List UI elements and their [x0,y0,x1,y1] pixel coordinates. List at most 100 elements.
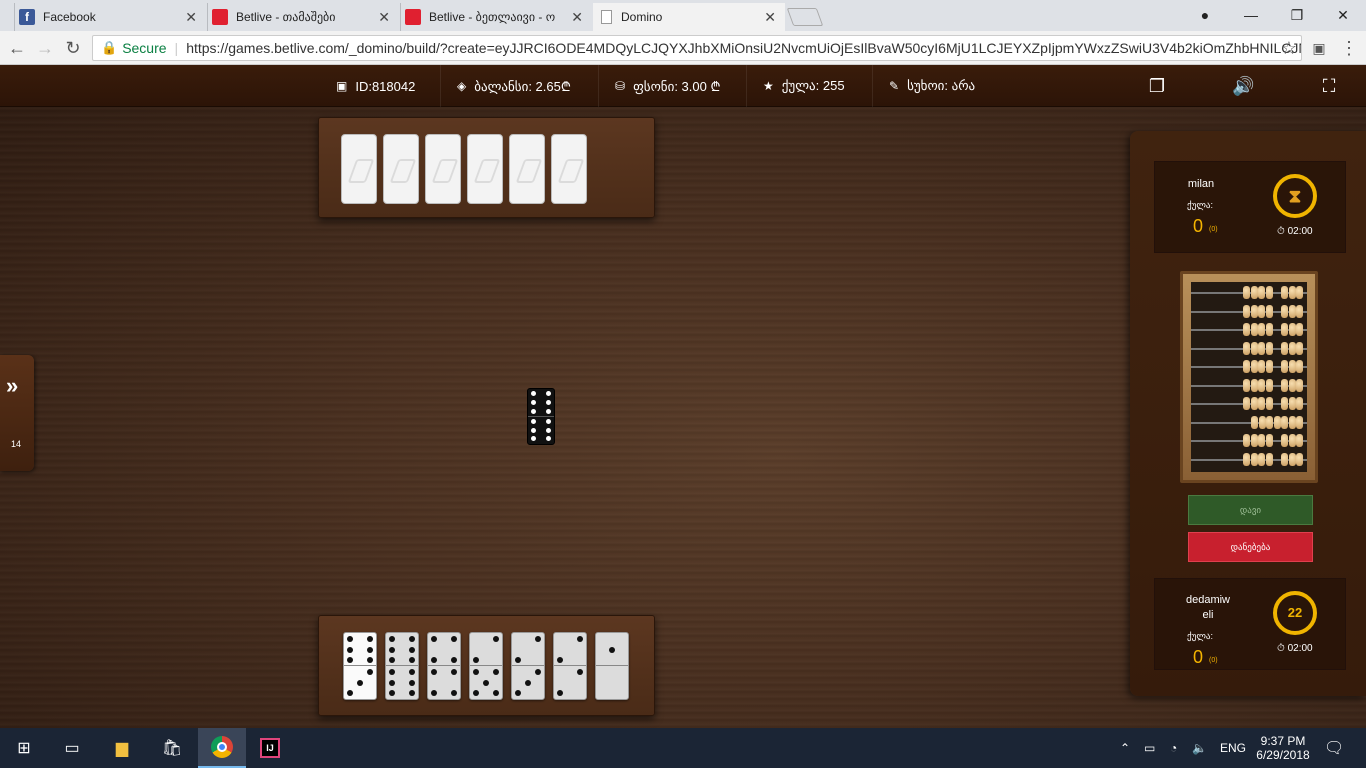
wallet-icon: ◈ [457,79,467,93]
close-icon[interactable]: ✕ [764,9,776,25]
windows-start-icon[interactable]: ⊞ [0,728,48,768]
abacus-bead [1243,378,1250,392]
betlive-icon [212,9,228,25]
abacus-bead [1250,323,1258,336]
pip [389,690,396,697]
tab-betlive-games[interactable]: Betlive - თამაშები ✕ [207,3,399,31]
abacus-bead [1250,286,1258,299]
turn-countdown: 22 [1273,591,1317,635]
clock[interactable]: 9:37 PM 6/29/2018 [1252,728,1314,768]
surrender-button[interactable]: დანებება [1188,532,1313,562]
hand-domino-tile[interactable] [427,632,461,700]
pip [492,668,499,675]
close-window-button[interactable]: ✕ [1320,4,1366,26]
url-input[interactable]: 🔒 Secure | https://games.betlive.com/_do… [92,35,1302,61]
language-indicator[interactable]: ENG [1220,728,1246,768]
separator: | [174,40,179,56]
pip [534,668,541,675]
profile-icon[interactable]: ● [1182,4,1228,26]
sound-icon[interactable]: 🔊 [1232,75,1254,97]
abacus-bead [1296,286,1303,299]
abacus-bead [1243,434,1250,447]
tile-bottom-half [386,666,418,699]
hand-domino-tile[interactable] [343,632,377,700]
clock-time: 9:37 PM [1260,734,1306,748]
pip [492,635,499,642]
wifi-icon[interactable]: ◔ [1170,728,1177,768]
close-icon[interactable]: ✕ [185,9,197,25]
side-panel-toggle[interactable]: » 14 [0,355,34,471]
abacus-bead [1288,304,1296,318]
hand-domino-tile[interactable] [553,632,587,700]
hand-domino-tile[interactable] [595,632,629,700]
tile-bottom-half [470,666,502,699]
url-text: https://games.betlive.com/_domino/build/… [186,40,1302,56]
pip [492,690,499,697]
menu-icon[interactable]: ⋮ [1338,37,1360,59]
id-card-icon: ▣ [336,79,348,93]
notifications-icon[interactable]: 🗨 [1324,728,1344,768]
abacus-bead [1243,452,1250,466]
tile-bottom-half [344,666,376,699]
file-explorer-icon[interactable]: ▆ [98,728,146,768]
pip [408,679,415,686]
draw-button[interactable]: დავი [1188,495,1313,525]
pip [431,690,438,697]
extension-icon[interactable]: ▣ [1308,37,1330,59]
maximize-button[interactable]: ❐ [1274,4,1320,26]
lock-icon: 🔒 [101,40,118,55]
abacus-bead [1288,452,1296,466]
tab-title: Betlive - ბეთლაივი - ო [429,10,556,24]
abacus-bead [1296,360,1303,373]
opponent-score: 0 [1193,216,1204,236]
new-tab-button[interactable] [786,8,824,26]
close-icon[interactable]: ✕ [378,9,390,25]
close-icon[interactable]: ✕ [571,9,583,25]
tab-title: Facebook [43,10,96,24]
abacus-bead [1265,397,1273,410]
pip [473,690,480,697]
abacus-bead [1250,434,1258,447]
tab-title: Betlive - თამაშები [236,10,336,24]
tab-betlive-main[interactable]: Betlive - ბეთლაივი - ო ✕ [400,3,592,31]
hand-domino-tile[interactable] [385,632,419,700]
balance: ◈ ბალანსი: 2.65₾ [440,65,598,107]
tab-domino[interactable]: Domino ✕ [593,3,785,31]
abacus-bead [1250,452,1258,466]
pip [576,635,583,642]
pip [347,646,354,653]
reload-icon[interactable]: ↻ [62,37,84,59]
forward-icon[interactable]: → [34,37,56,59]
fullscreen-icon[interactable]: ⛶ [1318,75,1340,97]
opponent-name: milan [1187,178,1215,190]
pip [530,408,536,414]
bookmark-star-icon[interactable]: ☆ [1278,37,1300,59]
intellij-icon[interactable]: IJ [246,728,294,768]
volume-icon[interactable]: 🔈 [1192,728,1207,768]
abacus-frame [1191,282,1307,472]
abacus-bead [1281,286,1288,299]
abacus-bead [1288,360,1296,373]
chrome-icon[interactable] [198,728,246,768]
abacus-bead [1258,452,1265,466]
points: ★ ქულა: 255 [746,65,872,107]
abacus-bead [1251,415,1258,429]
task-view-icon[interactable]: ▭ [48,728,96,768]
pip [515,690,522,697]
tray-chevron-icon[interactable]: ⌃ [1120,728,1130,768]
minimize-button[interactable]: — [1228,4,1274,26]
back-icon[interactable]: ← [6,37,28,59]
battery-icon[interactable]: ▭ [1144,728,1155,768]
abacus-bead [1296,323,1303,336]
abacus-bead [1243,286,1250,299]
abacus-bead [1250,341,1258,355]
hand-domino-tile[interactable] [511,632,545,700]
hourglass-icon: ⧗ [1273,174,1317,218]
window-mode-icon[interactable]: ❐ [1146,75,1168,97]
tile-top-half [428,633,460,666]
tile-top-half [512,633,544,666]
hand-domino-tile[interactable] [469,632,503,700]
tab-facebook[interactable]: f Facebook ✕ [14,3,206,31]
opponent-tile [467,134,503,204]
store-icon[interactable]: 🛍 [148,728,196,768]
